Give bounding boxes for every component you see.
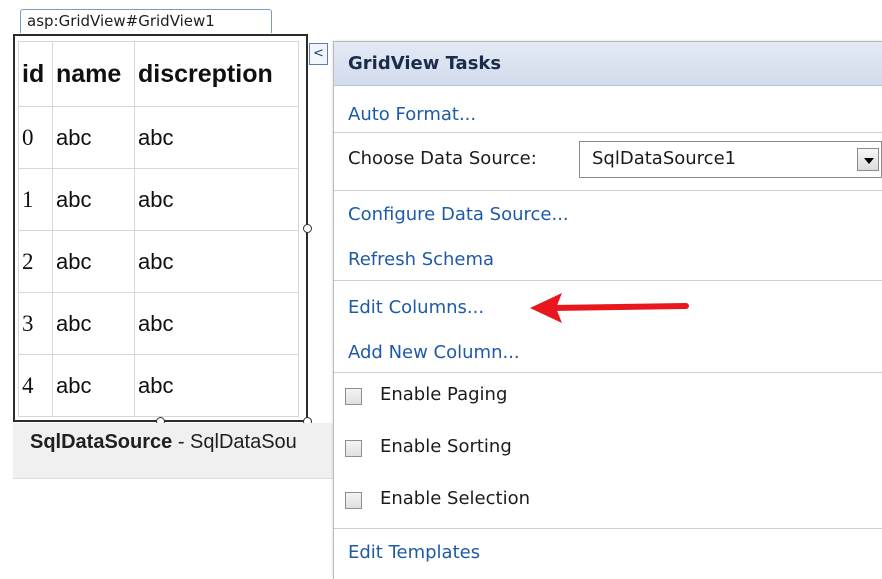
smart-tag-collapse-icon[interactable]: <: [309, 43, 328, 65]
datasource-separator: -: [172, 431, 191, 453]
table-row: 3 abc abc: [18, 292, 299, 355]
separator: [334, 190, 882, 191]
refresh-schema-link[interactable]: Refresh Schema: [348, 249, 494, 270]
column-header-name: name: [52, 41, 135, 107]
column-header-id: id: [18, 41, 53, 107]
separator: [334, 280, 882, 281]
cell-discreption: abc: [134, 106, 299, 169]
cell-id: 4: [18, 354, 53, 417]
configure-datasource-link[interactable]: Configure Data Source...: [348, 204, 569, 225]
cell-discreption: abc: [134, 168, 299, 231]
enable-paging-checkbox[interactable]: [345, 388, 362, 405]
separator: [334, 372, 882, 373]
cell-id: 0: [18, 106, 53, 169]
enable-selection-label: Enable Selection: [380, 488, 530, 509]
choose-datasource-label: Choose Data Source:: [348, 148, 537, 169]
cell-name: abc: [52, 106, 135, 169]
resize-handle-right[interactable]: [303, 224, 312, 233]
auto-format-link[interactable]: Auto Format...: [348, 104, 476, 125]
table-row: 1 abc abc: [18, 168, 299, 231]
table-row: 2 abc abc: [18, 230, 299, 293]
gridview-tag-label: asp:GridView#GridView1: [20, 9, 272, 33]
cell-id: 2: [18, 230, 53, 293]
cell-name: abc: [52, 292, 135, 355]
edit-columns-link[interactable]: Edit Columns...: [348, 297, 484, 318]
cell-name: abc: [52, 354, 135, 417]
datasource-type-label: SqlDataSource: [30, 431, 173, 453]
enable-sorting-checkbox[interactable]: [345, 440, 362, 457]
sqldatasource-component[interactable]: SqlDataSource - SqlDataSou: [13, 423, 335, 479]
enable-sorting-label: Enable Sorting: [380, 436, 512, 457]
separator: [334, 132, 882, 133]
enable-paging-label: Enable Paging: [380, 384, 508, 405]
cell-discreption: abc: [134, 354, 299, 417]
cell-id: 3: [18, 292, 53, 355]
enable-selection-checkbox[interactable]: [345, 492, 362, 509]
datasource-select-value: SqlDataSource1: [592, 148, 737, 169]
table-header-row: id name discreption: [18, 41, 299, 107]
column-header-discreption: discreption: [134, 41, 299, 107]
cell-name: abc: [52, 230, 135, 293]
red-arrow-annotation-icon: [530, 293, 689, 323]
datasource-id-label: SqlDataSou: [190, 431, 297, 453]
separator: [334, 528, 882, 529]
table-row: 0 abc abc: [18, 106, 299, 169]
panel-title: GridView Tasks: [334, 42, 882, 86]
cell-id: 1: [18, 168, 53, 231]
table-row: 4 abc abc: [18, 354, 299, 417]
cell-discreption: abc: [134, 230, 299, 293]
edit-templates-link[interactable]: Edit Templates: [348, 542, 480, 563]
cell-discreption: abc: [134, 292, 299, 355]
dropdown-arrow-icon[interactable]: [857, 148, 879, 171]
gridview-table: id name discreption 0 abc abc 1 abc abc …: [18, 41, 299, 417]
cell-name: abc: [52, 168, 135, 231]
datasource-select[interactable]: SqlDataSource1: [579, 141, 882, 178]
add-new-column-link[interactable]: Add New Column...: [348, 342, 520, 363]
